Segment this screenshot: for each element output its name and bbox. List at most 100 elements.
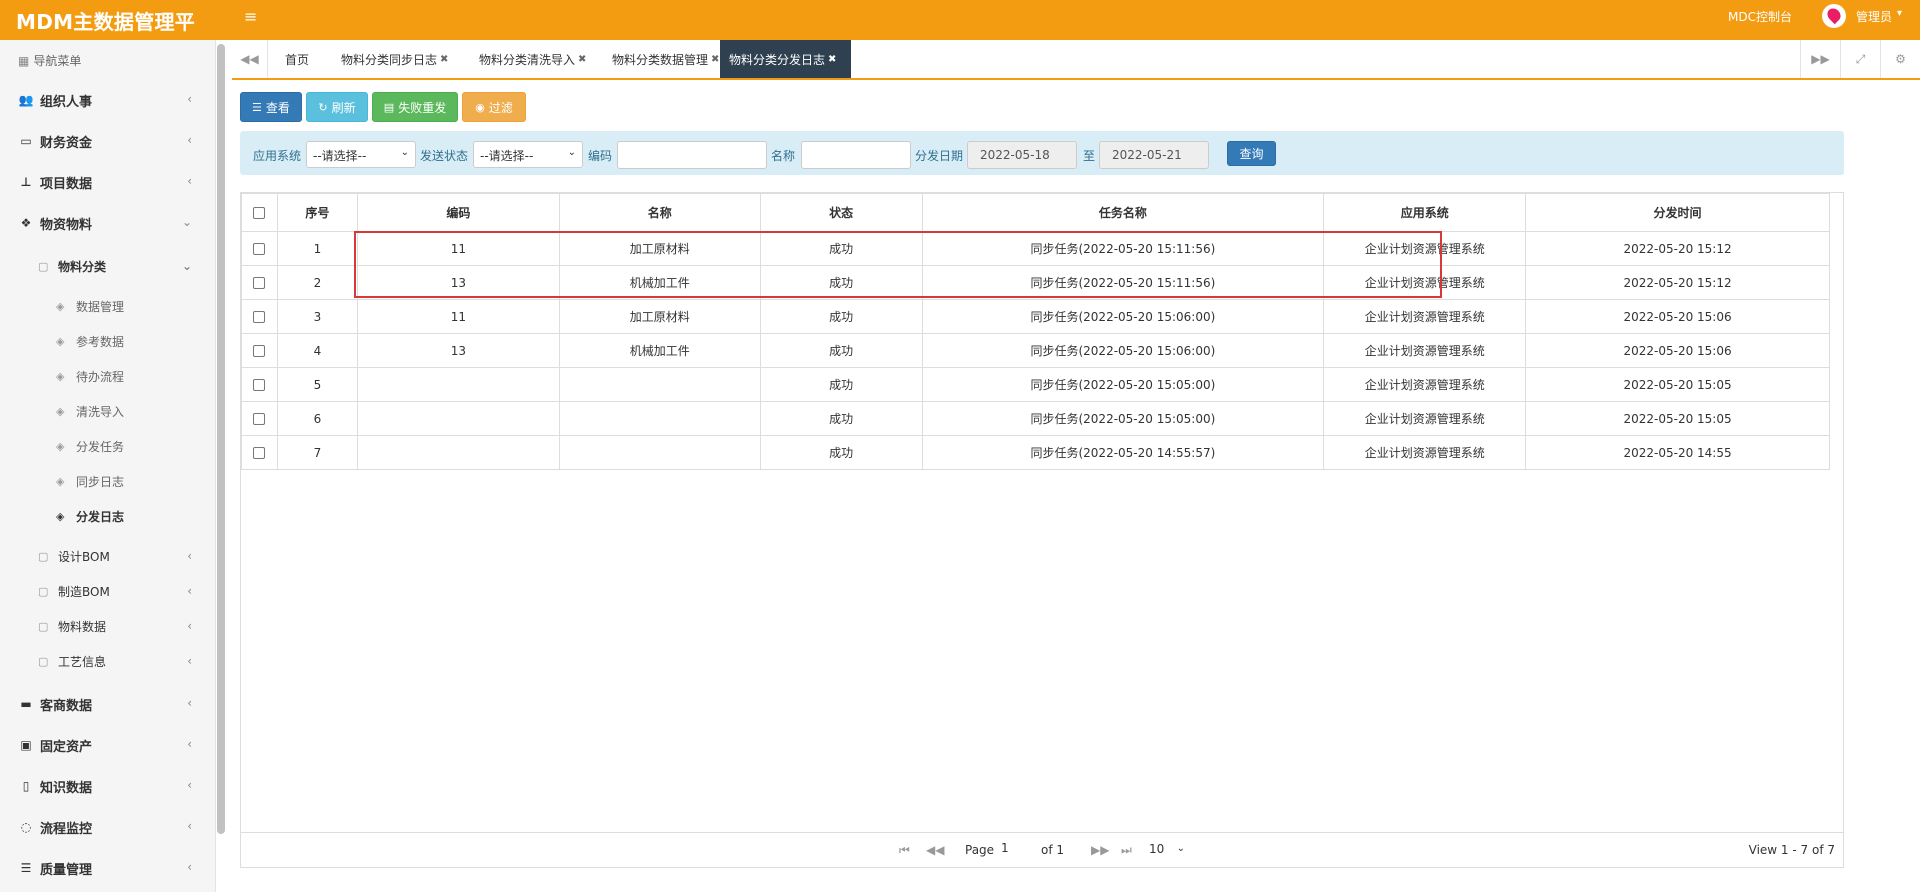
date-from-value: 2022-05-18: [980, 148, 1050, 162]
filter-button[interactable]: ◉ 过滤: [462, 92, 526, 122]
column-header[interactable]: 应用系统: [1323, 193, 1527, 232]
leaf-distribute-log[interactable]: ◈ 分发日志: [0, 499, 210, 533]
table-row[interactable]: 3 11 加工原材料 成功 同步任务(2022-05-20 15:06:00) …: [241, 299, 1830, 334]
menu-toggle-icon[interactable]: ≡: [244, 7, 257, 26]
menu-project[interactable]: ⊥ 项目数据 ‹: [0, 162, 210, 202]
fullscreen-button[interactable]: ⤢: [1840, 40, 1880, 78]
menu-fixed-assets[interactable]: ▣ 固定资产 ‹: [0, 725, 210, 765]
column-header[interactable]: 任务名称: [921, 193, 1325, 232]
table-row[interactable]: 6 成功 同步任务(2022-05-20 15:05:00) 企业计划资源管理系…: [241, 401, 1830, 436]
row-checkbox[interactable]: [253, 413, 266, 425]
menu-org-hr[interactable]: 👥 组织人事 ‹: [0, 80, 210, 120]
table-row[interactable]: 7 成功 同步任务(2022-05-20 14:55:57) 企业计划资源管理系…: [241, 435, 1830, 470]
page-size-select[interactable]: 10 ⌄: [1145, 840, 1187, 860]
menu-materials[interactable]: ❖ 物资物料 ⌄: [0, 203, 210, 243]
query-button[interactable]: 查询: [1227, 141, 1276, 166]
close-icon[interactable]: ✖: [578, 54, 586, 65]
tab-bar: ◀◀ 首页 物料分类同步日志 ✖ 物料分类清洗导入 ✖ 物料分类数据管理 ✖ 物料分类…: [232, 40, 1920, 80]
row-select-cell: [241, 401, 278, 436]
tab-home[interactable]: 首页: [276, 40, 318, 78]
date-to-label: 至: [1083, 149, 1096, 163]
resend-failed-button[interactable]: ▤ 失败重发: [372, 92, 458, 122]
page-input[interactable]: 1: [999, 841, 1035, 859]
users-icon: 👥: [18, 93, 34, 107]
tab-scroll-right-button[interactable]: ▶▶: [1800, 40, 1840, 78]
top-header: MDM主数据管理平台 ≡ MDC控制台 管理员 ▾: [0, 0, 1920, 63]
menu-flow-monitor[interactable]: ◌ 流程监控 ‹: [0, 807, 210, 847]
row-checkbox[interactable]: [253, 379, 266, 391]
leaf-reference-data[interactable]: ◈ 参考数据: [0, 324, 210, 358]
chevron-left-icon: ‹: [187, 860, 192, 874]
leaf-sync-log[interactable]: ◈ 同步日志: [0, 464, 210, 498]
chevron-left-icon: ‹: [187, 737, 192, 751]
sidebar-scrollbar[interactable]: [217, 44, 225, 834]
send-status-label: 发送状态: [420, 149, 469, 163]
leaf-distribute-task[interactable]: ◈ 分发任务: [0, 429, 210, 463]
leaf-icon: ◈: [56, 299, 65, 313]
column-header[interactable]: 序号: [276, 193, 358, 232]
column-header[interactable]: 状态: [759, 193, 923, 232]
chevron-left-icon: ‹: [187, 654, 192, 668]
leaf-pending-flow[interactable]: ◈ 待办流程: [0, 359, 210, 393]
submenu-material-category[interactable]: ▢ 物料分类 ⌄: [0, 249, 210, 283]
tab-clean-import[interactable]: 物料分类清洗导入 ✖: [470, 40, 595, 78]
menu-finance[interactable]: ▭ 财务资金 ‹: [0, 121, 210, 161]
submenu-process-info[interactable]: ▢ 工艺信息 ‹: [0, 644, 210, 678]
column-header[interactable]: 名称: [558, 193, 761, 232]
tab-label: 物料分类分发日志: [729, 52, 826, 67]
menu-quality[interactable]: ☰ 质量管理 ‹: [0, 848, 210, 888]
row-select-cell: [241, 333, 278, 368]
close-icon[interactable]: ✖: [828, 54, 836, 65]
row-task: 同步任务(2022-05-20 15:11:56): [921, 231, 1325, 266]
column-header[interactable]: 分发时间: [1525, 193, 1830, 232]
tab-data-management[interactable]: 物料分类数据管理 ✖: [603, 40, 728, 78]
first-page-icon[interactable]: ⏮: [899, 843, 910, 858]
row-checkbox[interactable]: [253, 243, 266, 255]
console-link[interactable]: MDC控制台: [1728, 8, 1792, 25]
table-row[interactable]: 2 13 机械加工件 成功 同步任务(2022-05-20 15:11:56) …: [241, 265, 1830, 300]
avatar[interactable]: [1822, 4, 1846, 28]
row-system: 企业计划资源管理系统: [1323, 435, 1527, 470]
leaf-clean-import[interactable]: ◈ 清洗导入: [0, 394, 210, 428]
send-status-select[interactable]: --请选择-- ⌄: [473, 141, 583, 168]
menu-merchant[interactable]: ▬ 客商数据 ‹: [0, 684, 210, 724]
chevron-left-icon: ‹: [187, 174, 192, 188]
prev-page-icon[interactable]: ◀◀: [926, 843, 944, 857]
leaf-data-management[interactable]: ◈ 数据管理: [0, 289, 210, 323]
chevron-left-icon: ‹: [187, 92, 192, 106]
date-from-input[interactable]: 2022-05-18: [967, 141, 1077, 169]
caret-down-icon[interactable]: ▾: [1897, 8, 1902, 19]
tab-settings-button[interactable]: ⚙: [1880, 40, 1920, 78]
table-row[interactable]: 4 13 机械加工件 成功 同步任务(2022-05-20 15:06:00) …: [241, 333, 1830, 368]
row-select-cell: [241, 299, 278, 334]
refresh-button[interactable]: ↻ 刷新: [306, 92, 368, 122]
close-icon[interactable]: ✖: [711, 54, 719, 65]
select-all-checkbox[interactable]: [253, 207, 266, 219]
tab-label: 物料分类数据管理: [612, 52, 709, 67]
submenu-material-data[interactable]: ▢ 物料数据 ‹: [0, 609, 210, 643]
date-to-input[interactable]: 2022-05-21: [1099, 141, 1209, 169]
column-header[interactable]: 编码: [356, 193, 560, 232]
menu-knowledge[interactable]: ▯ 知识数据 ‹: [0, 766, 210, 806]
table-row[interactable]: 5 成功 同步任务(2022-05-20 15:05:00) 企业计划资源管理系…: [241, 367, 1830, 402]
user-menu[interactable]: 管理员: [1856, 8, 1892, 25]
table-row[interactable]: 1 11 加工原材料 成功 同步任务(2022-05-20 15:11:56) …: [241, 231, 1830, 266]
row-status: 成功: [759, 299, 923, 334]
code-input[interactable]: [617, 141, 767, 169]
submenu-design-bom[interactable]: ▢ 设计BOM ‹: [0, 539, 210, 573]
next-page-icon[interactable]: ▶▶: [1091, 843, 1109, 857]
row-checkbox[interactable]: [253, 277, 266, 289]
tab-scroll-left-button[interactable]: ◀◀: [232, 40, 268, 78]
row-status: 成功: [759, 401, 923, 436]
submenu-manufacture-bom[interactable]: ▢ 制造BOM ‹: [0, 574, 210, 608]
row-checkbox[interactable]: [253, 311, 266, 323]
app-system-select[interactable]: --请选择-- ⌄: [306, 141, 416, 168]
tab-distribute-log[interactable]: 物料分类分发日志 ✖: [720, 40, 851, 78]
view-button[interactable]: ☰ 查看: [240, 92, 302, 122]
tab-sync-log[interactable]: 物料分类同步日志 ✖: [332, 40, 457, 78]
close-icon[interactable]: ✖: [440, 54, 448, 65]
row-checkbox[interactable]: [253, 345, 266, 357]
name-input[interactable]: [801, 141, 911, 169]
row-checkbox[interactable]: [253, 447, 266, 459]
last-page-icon[interactable]: ⏭: [1121, 843, 1132, 858]
